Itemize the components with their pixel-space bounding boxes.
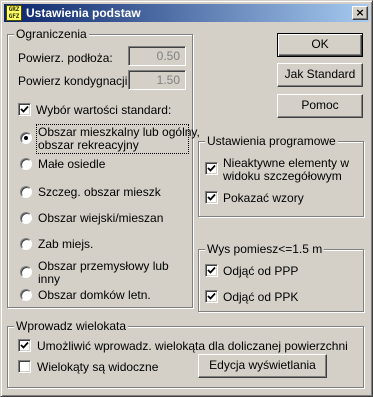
checkmark-icon: [207, 164, 216, 172]
radio-obszar-wiejski[interactable]: [20, 212, 32, 224]
checkmark-icon: [207, 266, 216, 274]
radio-obszar-mieszkalny-label[interactable]: Obszar mieszkalny lub ogólny, obszar rek…: [36, 124, 200, 154]
close-button[interactable]: ×: [352, 6, 368, 20]
wielokaty-widoczne-label: Wielokąty są widoczne: [37, 360, 159, 374]
pomoc-button[interactable]: Pomoc: [277, 94, 363, 118]
wybor-standard-label: Wybór wartości standard:: [36, 103, 172, 117]
radio-szczeg-obszar[interactable]: [20, 186, 32, 198]
radio-obszar-wiejski-label[interactable]: Obszar wiejski/mieszan: [38, 211, 163, 225]
powierz-kondygnacji-label: Powierz kondygnacji:: [18, 74, 131, 88]
powierz-podloza-field[interactable]: 0.50: [128, 46, 186, 66]
radio-obszar-mieszkalny-line2: obszar rekreacyjny: [38, 138, 139, 152]
group-ustawienia-programowe-label: Ustawienia programowe: [205, 134, 338, 148]
radio-selected-dot-icon: [24, 136, 28, 140]
pokazac-wzory-label: Pokazać wzory: [223, 191, 304, 205]
jak-standard-button[interactable]: Jak Standard: [277, 63, 363, 87]
nieaktywne-line2: widoku szczegółowym: [223, 169, 342, 183]
ok-button[interactable]: OK: [277, 33, 363, 57]
powierz-podloza-label: Powierz. podłoża:: [18, 51, 113, 65]
odjac-ppp-label: Odjąć od PPP: [223, 264, 299, 278]
app-icon: GRZ GFZ: [6, 5, 22, 21]
radio-male-osiedle[interactable]: [20, 158, 32, 170]
wielokaty-widoczne-checkbox[interactable]: [18, 360, 31, 373]
nieaktywne-label: Nieaktywne elementy w widoku szczegółowy…: [223, 157, 349, 183]
group-ograniczenia-label: Ograniczenia: [14, 27, 89, 41]
checkmark-icon: [207, 193, 216, 201]
window-title: Ustawienia podstaw: [26, 6, 141, 20]
group-wprowadz-wielokata-label: Wprowadz wielokata: [14, 319, 129, 333]
odjac-ppk-label: Odjąć od PPK: [223, 290, 299, 304]
checkmark-icon: [20, 105, 29, 113]
dialog-window: GRZ GFZ Ustawienia podstaw × Ograniczenia…: [0, 0, 373, 397]
checkmark-icon: [20, 341, 29, 349]
radio-male-osiedle-label[interactable]: Małe osiedle: [38, 157, 105, 171]
radio-zab-miejs-label[interactable]: Zab miejs.: [38, 237, 93, 251]
nieaktywne-checkbox[interactable]: [205, 162, 218, 175]
radio-zab-miejs[interactable]: [20, 238, 32, 250]
odjac-ppk-checkbox[interactable]: [205, 290, 218, 303]
radio-szczeg-obszar-label[interactable]: Szczeg. obszar mieszk: [38, 185, 161, 199]
umozliwic-checkbox[interactable]: [18, 339, 31, 352]
checkmark-icon: [207, 292, 216, 300]
wybor-standard-checkbox[interactable]: [18, 103, 31, 116]
radio-obszar-przemyslowy-line2: inny: [38, 272, 61, 286]
odjac-ppp-checkbox[interactable]: [205, 264, 218, 277]
pokazac-wzory-checkbox[interactable]: [205, 191, 218, 204]
radio-obszar-domkow-label[interactable]: Obszar domków letn.: [38, 288, 151, 302]
powierz-kondygnacji-field[interactable]: 1.50: [128, 70, 186, 90]
radio-obszar-przemyslowy[interactable]: [20, 266, 32, 278]
radio-obszar-domkow[interactable]: [20, 289, 32, 301]
umozliwic-label: Umożliwić wprowadz. wielokąta dla dolicz…: [37, 339, 348, 353]
edycja-wyswietlania-button[interactable]: Edycja wyświetlania: [198, 354, 327, 378]
radio-obszar-przemyslowy-label[interactable]: Obszar przemysłowy lub inny: [38, 260, 169, 286]
title-bar[interactable]: GRZ GFZ Ustawienia podstaw ×: [4, 4, 369, 22]
radio-obszar-mieszkalny[interactable]: [20, 132, 32, 144]
group-wys-pomiesz-label: Wys pomiesz<=1.5 m: [205, 242, 325, 256]
